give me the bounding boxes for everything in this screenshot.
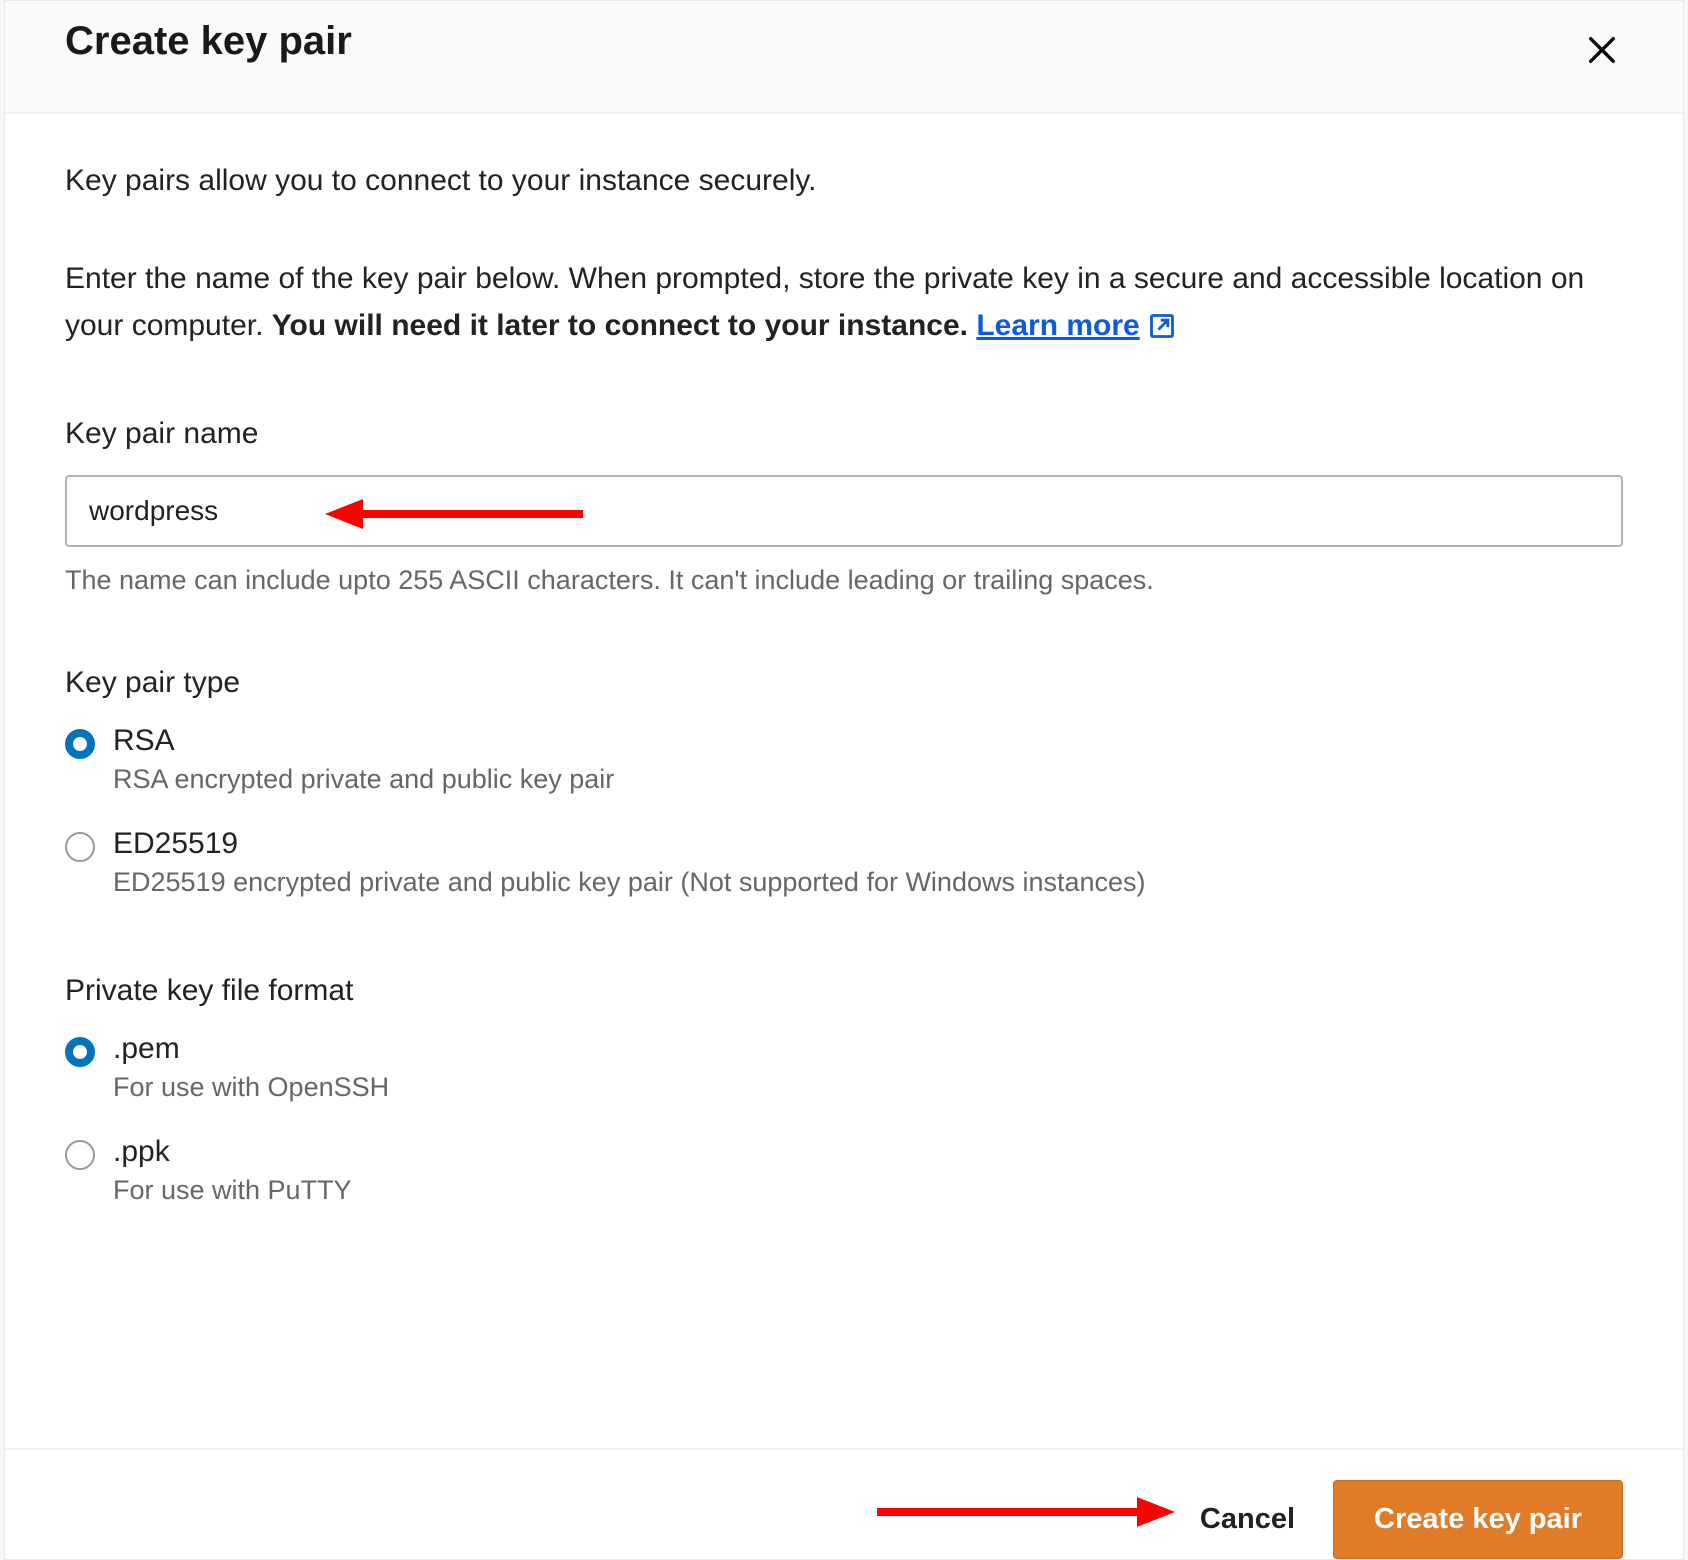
intro-text-2: Enter the name of the key pair below. Wh… [65, 256, 1623, 349]
annotation-arrow-create [875, 1494, 1175, 1530]
radio-desc: For use with PuTTY [113, 1175, 352, 1206]
learn-more-link[interactable]: Learn more [976, 303, 1175, 350]
radio-title: .pem [113, 1032, 389, 1066]
radio-indicator-selected [65, 729, 95, 759]
keypair-name-help: The name can include upto 255 ASCII char… [65, 565, 1623, 596]
create-key-pair-label: Create key pair [1374, 1503, 1582, 1535]
keypair-type-label: Key pair type [65, 666, 1623, 700]
radio-title: .ppk [113, 1135, 352, 1169]
cancel-button[interactable]: Cancel [1190, 1483, 1305, 1556]
radio-format-ppk[interactable]: .ppk For use with PuTTY [65, 1135, 1623, 1206]
close-button[interactable] [1581, 29, 1623, 74]
radio-type-ed25519[interactable]: ED25519 ED25519 encrypted private and pu… [65, 827, 1623, 898]
learn-more-text: Learn more [976, 303, 1139, 350]
keyfile-format-label: Private key file format [65, 974, 1623, 1008]
radio-title: ED25519 [113, 827, 1146, 861]
modal-body: Key pairs allow you to connect to your i… [5, 114, 1683, 1448]
radio-desc: For use with OpenSSH [113, 1072, 389, 1103]
cancel-label: Cancel [1200, 1503, 1295, 1535]
radio-indicator-unselected [65, 1140, 95, 1170]
intro-text-2b: You will need it later to connect to you… [272, 309, 968, 342]
radio-title: RSA [113, 724, 614, 758]
modal-title: Create key pair [65, 19, 352, 64]
external-link-icon [1148, 312, 1176, 340]
modal-header: Create key pair [5, 1, 1683, 114]
intro-text-1: Key pairs allow you to connect to your i… [65, 164, 1623, 198]
radio-format-pem[interactable]: .pem For use with OpenSSH [65, 1032, 1623, 1103]
create-key-pair-modal: Create key pair Key pairs allow you to c… [4, 0, 1684, 1560]
radio-indicator-unselected [65, 832, 95, 862]
close-icon [1585, 33, 1619, 67]
radio-desc: RSA encrypted private and public key pai… [113, 764, 614, 795]
radio-indicator-selected [65, 1037, 95, 1067]
modal-footer: Cancel Create key pair [5, 1448, 1683, 1559]
keypair-name-input[interactable] [65, 475, 1623, 547]
create-key-pair-button[interactable]: Create key pair [1333, 1480, 1623, 1559]
radio-desc: ED25519 encrypted private and public key… [113, 867, 1146, 898]
keypair-name-label: Key pair name [65, 417, 1623, 451]
radio-type-rsa[interactable]: RSA RSA encrypted private and public key… [65, 724, 1623, 795]
